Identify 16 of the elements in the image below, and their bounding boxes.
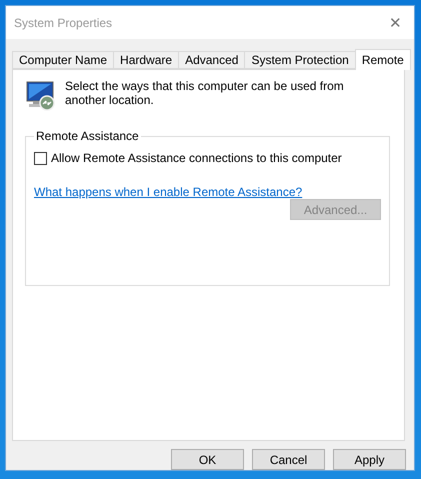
checkbox[interactable] bbox=[34, 152, 47, 164]
remote-computer-icon bbox=[25, 79, 57, 111]
dialog-button[interactable]: OK bbox=[171, 449, 244, 470]
intro-text: Select the ways that this computer can be used from another location. bbox=[65, 79, 345, 107]
tab[interactable]: System Protection bbox=[244, 51, 356, 69]
tab[interactable]: Hardware bbox=[113, 51, 180, 69]
dialog-button[interactable]: Apply bbox=[333, 449, 406, 470]
tab[interactable]: Advanced bbox=[178, 51, 246, 69]
checkbox-label[interactable]: Allow Remote Assistance connections to this computer bbox=[51, 151, 342, 165]
help-link[interactable]: What happens when I enable Remote Assistance? bbox=[34, 185, 381, 199]
dialog-button[interactable]: Cancel bbox=[252, 449, 325, 470]
tab[interactable]: Computer Name bbox=[12, 51, 114, 69]
group-title: Remote Assistance bbox=[35, 129, 140, 143]
close-button[interactable]: ✕ bbox=[385, 14, 406, 32]
tab[interactable]: Remote bbox=[354, 49, 411, 70]
window-title: System Properties bbox=[14, 16, 112, 30]
